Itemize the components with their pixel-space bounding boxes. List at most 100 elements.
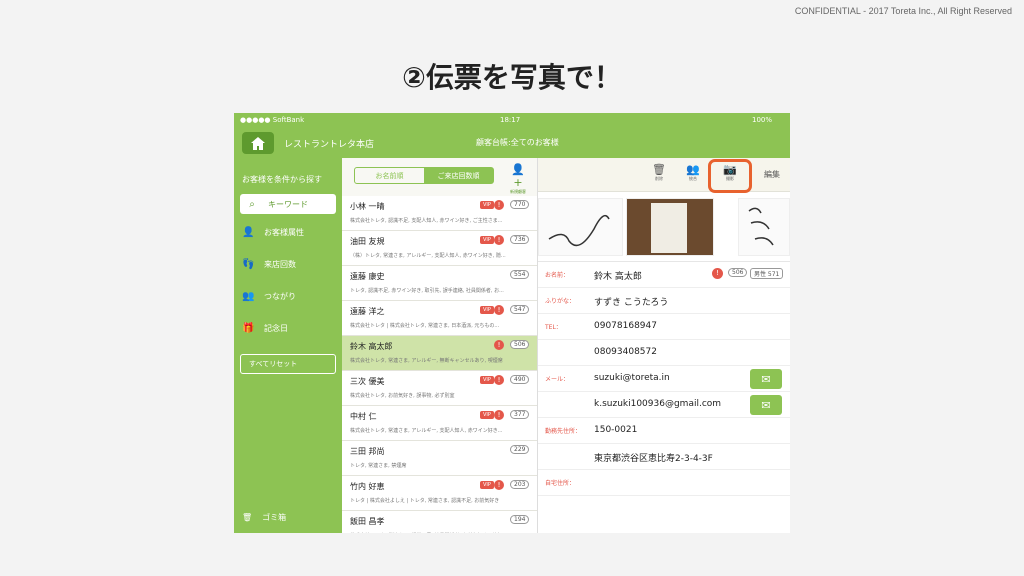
vip-badge: VIP [480, 376, 494, 384]
person-icon: 👤 [242, 226, 255, 238]
send-mail-button[interactable]: ✉ [750, 369, 782, 389]
list-item[interactable]: 小林 一晴 株式会社トレタ, 認識不足, 支配人知人, 赤ワイン好き, ご主性さま… [342, 196, 537, 231]
trash-icon: 🗑 [242, 513, 253, 522]
visit-count-badge: 194 [510, 515, 530, 524]
tel-value[interactable]: 08093408572 [594, 347, 657, 357]
ledger-title: 顧客台帳:全てのお客様 [476, 138, 559, 147]
address-value: 東京都渋谷区恵比寿2-3-4-3F [594, 454, 713, 464]
list-item[interactable]: 三次 優美 株式会社トレタ, お前気好き, 誤事物, 必ず別室 VIP! 490 [342, 371, 537, 406]
footprints-icon: 👣 [242, 258, 255, 270]
slide-title: ②伝票を写真で！ [402, 61, 622, 94]
ipad-screen: ●●●●● SoftBank 18:17 100% レストラントレタ本店 顧客台… [234, 113, 790, 533]
battery: 100% [751, 116, 772, 124]
list-item[interactable]: 飯田 昌孝株式会社トレタ, 常連さま, 認識不足, 社員関係者, お前気好き, … [342, 511, 537, 533]
mail-value: suzuki@toreta.in [594, 373, 670, 383]
sidebar-item-label: つながり [264, 291, 296, 301]
tab-name-order[interactable]: お名前順 [355, 168, 424, 183]
receipt-photo[interactable] [626, 198, 714, 256]
clock: 18:17 [500, 116, 521, 124]
detail-toolbar: 🗑 削除 👥 統合 📷 撮影 編集 [538, 158, 790, 193]
gift-icon: 🎁 [242, 322, 255, 334]
visit-count-badge: 506 [728, 268, 748, 277]
trash-button[interactable]: 🗑 ゴミ箱 [242, 512, 286, 523]
mail-field: メール： suzuki@toreta.in ✉ [538, 366, 790, 392]
sidebar-item-label: 来店回数 [264, 259, 296, 269]
customer-name: 油田 友規 [350, 237, 385, 246]
send-mail-button[interactable]: ✉ [750, 395, 782, 415]
home-button[interactable] [242, 132, 274, 154]
merge-label: 統合 [689, 176, 697, 181]
sidebar-item-attributes[interactable]: 👤 お客様属性 [234, 216, 342, 248]
status-bar: ●●●●● SoftBank 18:17 100% [234, 113, 790, 128]
vip-badge: VIP [480, 201, 494, 209]
kana-value: すずき こうたろう [594, 298, 669, 308]
tel-field: TEL： 09078168947 [538, 314, 790, 340]
customer-name: 遠藤 洋之 [350, 307, 385, 316]
memo-sketch-image[interactable] [538, 198, 623, 256]
alert-icon: ! [494, 305, 504, 315]
delete-button[interactable]: 🗑 削除 [648, 163, 670, 182]
customer-tags: 株式会社トレタ | 株式会社トレタ, 常連さま, 日本酒派, 元ちもの... [350, 323, 500, 329]
customer-name: 竹内 好恵 [350, 482, 385, 491]
sidebar-item-anniversary[interactable]: 🎁 記念日 [234, 312, 342, 344]
sex-badge: 男性 571 [750, 268, 784, 279]
alert-icon: ! [712, 268, 723, 279]
edit-button[interactable]: 編集 [764, 169, 780, 180]
customer-detail: 🗑 削除 👥 統合 📷 撮影 編集 お名前： 鈴木 高太郎 ! 506 男性 571 … [538, 158, 790, 533]
mail-field: k.suzuki100936@gmail.com ✉ [538, 392, 790, 418]
sidebar-heading: お客様を条件から探す [242, 175, 322, 184]
sketch-drawing [548, 214, 610, 247]
work-address-field: 東京都渋谷区恵比寿2-3-4-3F [538, 444, 790, 470]
add-person-icon: 👤+ [511, 163, 525, 189]
visit-count-badge: 506 [510, 340, 530, 349]
list-item[interactable]: 中村 仁株式会社トレタ, 常連さま, アレルギー, 支配人知人, 赤ワイン好き.… [342, 406, 537, 441]
visit-count-badge: 554 [510, 270, 530, 279]
tab-visit-order[interactable]: ご来店回数順 [424, 168, 493, 183]
customer-list: お名前順 ご来店回数順 👤+ 新規顧客 小林 一晴 株式会社トレタ, 認識不足, 支… [342, 158, 538, 533]
alert-icon: ! [494, 410, 504, 420]
sidebar-item-connections[interactable]: 👥 つながり [234, 280, 342, 312]
customer-name: 中村 仁 [350, 412, 377, 421]
sidebar-item-visits[interactable]: 👣 来店回数 [234, 248, 342, 280]
customer-tags: 株式会社トレタ, 常連さま, アレルギー, 支配人知人, 赤ワイン好き... [350, 428, 503, 434]
envelope-icon: ✉ [761, 372, 771, 386]
list-item[interactable]: 鈴木 高太郎 株式会社トレタ, 常連さま, アレルギー, 無断キャンセルあり, 喫… [342, 336, 537, 371]
alert-icon: ! [494, 340, 504, 350]
trash-icon: 🗑 [652, 163, 666, 176]
memo-sketch-image[interactable] [738, 198, 790, 256]
name-label: お名前： [545, 272, 570, 279]
people-icon: 👥 [242, 290, 255, 302]
list-item[interactable]: 竹内 好恵 トレタ | 株式会社よしえ | トレタ, 常連さま, 認識不足, お前… [342, 476, 537, 511]
delete-label: 削除 [655, 176, 663, 181]
carrier: ●●●●● SoftBank [240, 116, 305, 124]
top-bar: レストラントレタ本店 顧客台帳:全てのお客様 [234, 128, 790, 158]
sidebar-item-label: キーワード [268, 199, 308, 209]
reset-button[interactable]: すべてリセット [240, 354, 336, 374]
vip-badge: VIP [480, 481, 494, 489]
sort-toggle: お名前順 ご来店回数順 [354, 167, 494, 184]
sidebar-item-keyword[interactable]: ⌕ キーワード [240, 194, 336, 214]
mail-label: メール： [545, 376, 570, 383]
envelope-icon: ✉ [761, 398, 771, 412]
customer-tags: 株式会社トレタ, お前気好き, 誤事物, 必ず別室 [350, 393, 455, 399]
list-item[interactable]: 遠藤 洋之株式会社トレタ | 株式会社トレタ, 常連さま, 日本酒派, 元ちもの… [342, 301, 537, 336]
visit-count-badge: 377 [510, 410, 530, 419]
customer-tags: 株式会社トレタ, 認識不足, 支配人知人, 赤ワイン好き, ご主性さま... [350, 218, 503, 224]
sketch-drawing [748, 207, 774, 246]
merge-button[interactable]: 👥 統合 [682, 163, 704, 182]
trash-label: ゴミ箱 [262, 513, 287, 522]
list-item[interactable]: 油田 友規 （株）トレタ, 常連さま, アレルギー, 支配人知人, 赤ワイン好き,… [342, 231, 537, 266]
tel-value[interactable]: 09078168947 [594, 321, 657, 331]
zip-value: 150-0021 [594, 425, 638, 435]
list-item[interactable]: 三田 邦尚 トレタ, 常連さま, 禁煙席 229 [342, 441, 537, 476]
customer-rows: 小林 一晴 株式会社トレタ, 認識不足, 支配人知人, 赤ワイン好き, ご主性さま… [342, 196, 537, 533]
home-icon [251, 136, 265, 150]
tel-field: 08093408572 [538, 340, 790, 366]
alert-icon: ! [494, 375, 504, 385]
alert-icon: ! [494, 480, 504, 490]
store-name: レストラントレタ本店 [284, 140, 375, 150]
add-customer-button[interactable]: 👤+ 新規顧客 [507, 163, 529, 195]
customer-tags: トレタ, 認識不足, 赤ワイン好き, 取引先, 誤手連絡, 社員関係者, お..… [350, 288, 504, 294]
list-item[interactable]: 遠藤 康史 トレタ, 認識不足, 赤ワイン好き, 取引先, 誤手連絡, 社員関係者… [342, 266, 537, 301]
mail-value: k.suzuki100936@gmail.com [594, 399, 722, 409]
